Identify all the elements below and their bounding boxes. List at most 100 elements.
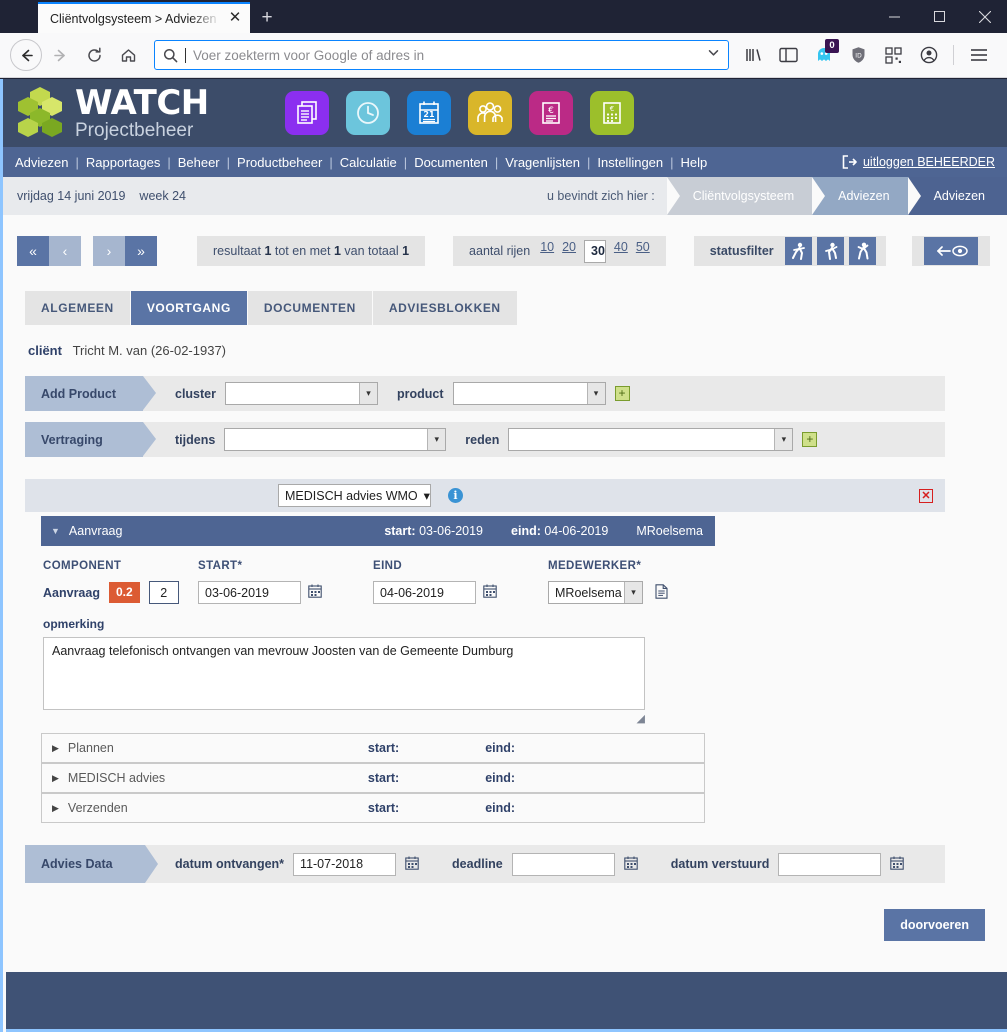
browser-toolbar-icons: 0 ID xyxy=(739,38,997,70)
tab-adviesblokken[interactable]: ADVIESBLOKKEN xyxy=(372,291,518,325)
calendar-icon[interactable] xyxy=(483,584,497,601)
info-icon[interactable]: i xyxy=(447,488,463,503)
cluster-select[interactable]: ▾ xyxy=(225,382,378,405)
last-page-button[interactable]: » xyxy=(125,236,157,266)
accordion-row-verzenden[interactable]: ▶ Verzenden start: eind: xyxy=(41,793,705,823)
close-icon[interactable]: ✕ xyxy=(226,9,244,28)
accordion-eind-label: eind: xyxy=(485,771,516,785)
shield-icon[interactable]: ID xyxy=(844,41,873,70)
calendar-icon[interactable] xyxy=(624,856,638,873)
count-input[interactable]: 2 xyxy=(148,581,179,604)
datum-ontvangen-input[interactable]: 11-07-2018 xyxy=(293,852,397,876)
first-page-button[interactable]: « xyxy=(17,236,49,266)
nav-item-beheer[interactable]: Beheer xyxy=(178,155,220,170)
qr-container-icon[interactable] xyxy=(879,41,908,70)
results-toolbar: « ‹ › » resultaat 1 tot en met 1 van tot… xyxy=(17,233,1007,269)
rows-option-30[interactable]: 30 xyxy=(584,239,606,263)
library-icon[interactable] xyxy=(739,41,768,70)
rows-option-20[interactable]: 20 xyxy=(562,240,576,263)
deadline-input[interactable] xyxy=(511,852,615,876)
running-figure-icon[interactable] xyxy=(816,237,844,265)
url-bar[interactable]: Voer zoekterm voor Google of adres in xyxy=(154,40,729,70)
account-icon[interactable] xyxy=(914,41,943,70)
back-eye-icon[interactable] xyxy=(923,237,978,265)
result-from: 1 xyxy=(264,244,272,258)
browser-tab[interactable]: Cliëntvolgsysteem > Adviezen > Ad ✕ xyxy=(38,2,250,33)
status-filter: statusfilter xyxy=(693,236,886,266)
clock-app-icon[interactable] xyxy=(345,91,390,135)
ghost-privacy-icon[interactable]: 0 xyxy=(809,38,839,70)
rows-options: 10 20 30 40 50 xyxy=(540,239,650,263)
home-icon[interactable] xyxy=(112,39,144,71)
datum-verstuurd-input[interactable] xyxy=(778,852,882,876)
accordion-start-label: start: xyxy=(367,801,400,815)
sidebar-icon[interactable] xyxy=(774,41,803,70)
nav-item-adviezen[interactable]: Adviezen xyxy=(15,155,68,170)
add-product-plus-icon[interactable]: + xyxy=(614,386,630,401)
cluster-label: cluster xyxy=(175,386,216,401)
walking-figure-icon[interactable] xyxy=(784,237,812,265)
medewerker-select[interactable]: MRoelsema ▾ xyxy=(548,581,643,604)
next-page-button[interactable]: › xyxy=(93,236,125,266)
minimize-icon[interactable] xyxy=(872,0,917,33)
menu-icon[interactable] xyxy=(964,41,993,70)
header-component: COMPONENT xyxy=(43,560,122,572)
accordion-start-label: start: xyxy=(367,771,400,785)
tab-algemeen[interactable]: ALGEMEEN xyxy=(25,291,131,325)
accordion-row-plannen[interactable]: ▶ Plannen start: eind: xyxy=(41,733,705,763)
accordion-label: MEDISCH advies xyxy=(67,771,166,785)
chevron-down-icon[interactable] xyxy=(707,46,720,64)
maximize-icon[interactable] xyxy=(917,0,962,33)
nav-item-vragenlijsten[interactable]: Vragenlijsten xyxy=(505,155,580,170)
add-product-label: Add Product xyxy=(25,376,156,411)
documents-app-icon[interactable] xyxy=(284,91,329,135)
prev-page-button[interactable]: ‹ xyxy=(49,236,81,266)
search-input[interactable]: Voer zoekterm voor Google of adres in xyxy=(193,48,700,63)
calculator-app-icon[interactable]: € xyxy=(589,91,634,135)
tab-documenten[interactable]: DOCUMENTEN xyxy=(247,291,373,325)
breadcrumb-item-adviezen-current: Adviezen xyxy=(907,177,1007,215)
arrow-left-icon[interactable] xyxy=(10,39,42,71)
sprinting-figure-icon[interactable] xyxy=(848,237,876,265)
reden-select[interactable]: ▾ xyxy=(508,428,794,451)
reload-icon[interactable] xyxy=(78,39,110,71)
add-vertraging-plus-icon[interactable]: + xyxy=(802,432,818,447)
opmerking-textarea[interactable]: Aanvraag telefonisch ontvangen van mevro… xyxy=(43,637,645,710)
chevron-down-icon: ▾ xyxy=(359,383,377,404)
accordion-row-medisch-advies[interactable]: ▶ MEDISCH advies start: eind: xyxy=(41,763,705,793)
doorvoeren-button[interactable]: doorvoeren xyxy=(884,909,985,941)
logout-link[interactable]: uitloggen BEHEERDER xyxy=(863,155,995,169)
selected-product-select[interactable]: MEDISCH advies WMO ▾ xyxy=(278,484,431,507)
calendar-app-icon[interactable]: 21 xyxy=(406,91,451,135)
accordion-header-aanvraag[interactable]: ▼ Aanvraag start: 03-06-2019 eind: 04-06… xyxy=(41,516,715,546)
breadcrumb-item-clientvolgsysteem[interactable]: Cliëntvolgsysteem xyxy=(666,177,826,215)
close-window-icon[interactable] xyxy=(962,0,1007,33)
calendar-icon[interactable] xyxy=(890,856,905,873)
rows-option-40[interactable]: 40 xyxy=(614,240,628,263)
resize-handle-icon[interactable]: ◢ xyxy=(43,712,645,725)
rows-option-10[interactable]: 10 xyxy=(540,240,554,263)
document-icon[interactable] xyxy=(655,583,668,602)
nav-item-productbeheer[interactable]: Productbeheer xyxy=(237,155,322,170)
nav-item-calculatie[interactable]: Calculatie xyxy=(340,155,397,170)
tijdens-select[interactable]: ▾ xyxy=(224,428,447,451)
nav-item-help[interactable]: Help xyxy=(681,155,708,170)
eind-date-input[interactable]: 04-06-2019 xyxy=(373,581,476,604)
rows-option-50[interactable]: 50 xyxy=(636,240,650,263)
nav-item-documenten[interactable]: Documenten xyxy=(414,155,488,170)
product-select[interactable]: ▾ xyxy=(452,382,606,405)
invoice-euro-app-icon[interactable]: € xyxy=(528,91,573,135)
nav-item-rapportages[interactable]: Rapportages xyxy=(86,155,160,170)
nav-item-instellingen[interactable]: Instellingen xyxy=(597,155,663,170)
breadcrumb-item-adviezen[interactable]: Adviezen xyxy=(812,177,922,215)
arrow-right-icon[interactable] xyxy=(44,39,76,71)
calendar-icon[interactable] xyxy=(308,584,322,601)
delete-icon[interactable]: ✕ xyxy=(919,488,933,503)
plus-icon[interactable]: + xyxy=(250,2,284,33)
start-date-input[interactable]: 03-06-2019 xyxy=(198,581,301,604)
accordion-start-label: start: xyxy=(384,524,416,538)
people-app-icon[interactable] xyxy=(467,91,512,135)
tab-voortgang[interactable]: VOORTGANG xyxy=(130,291,248,325)
logout-area[interactable]: uitloggen BEHEERDER xyxy=(842,155,995,169)
calendar-icon[interactable] xyxy=(405,856,419,873)
